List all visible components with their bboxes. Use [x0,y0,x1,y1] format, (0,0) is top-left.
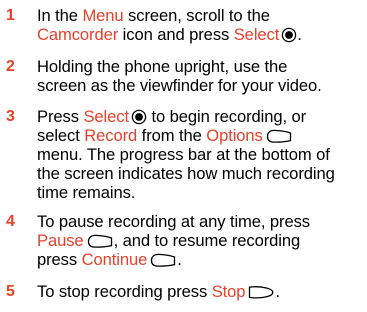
highlighted-term: Camcorder [37,25,119,44]
step-number: 1 [6,7,15,24]
step-text-run: press [37,250,82,269]
right-soft-key-icon [247,284,275,300]
step-1: 1 In the Menu screen, scroll to the Camc… [0,6,365,44]
step-text-run: to begin recording, or [146,107,307,126]
step-text-run: the screen indicates how much recording [37,164,335,183]
step-text-run: time remains. [37,183,136,202]
highlighted-term: Select [233,25,280,44]
step-text-run: screen, scroll to the [123,6,270,25]
step-text: To pause recording at any time, press Pau… [37,212,365,269]
step-number: 2 [6,58,15,75]
step-text-run: . [275,282,280,301]
select-key-icon [131,109,147,125]
highlighted-term: Pause [37,231,84,250]
step-number: 5 [6,283,15,300]
step-text-run: Press [37,107,84,126]
step-text-run: select [37,126,85,145]
step-text-run: Holding the phone upright, use the [37,57,288,76]
step-text-run: from the [137,126,207,145]
step-5: 5 To stop recording press Stop. [0,282,365,301]
highlighted-term: Continue [81,250,148,269]
step-text-run: , and to resume recording [113,231,301,250]
step-text: In the Menu screen, scroll to the Camcor… [37,6,365,44]
step-text: Press Select to begin recording, or selec… [37,107,365,202]
step-number: 4 [6,213,15,230]
step-text: To stop recording press Stop. [37,282,365,301]
highlighted-term: Menu [82,6,124,25]
step-text-run: screen as the viewfinder for your video. [37,76,322,95]
step-2: 2 Holding the phone upright, use the scre… [0,57,365,95]
step-text-run: To stop recording press [37,282,212,301]
left-soft-key-icon [86,233,114,249]
highlighted-term: Record [84,126,138,145]
step-text-run: icon and press [118,25,234,44]
step-text-run: . [297,25,302,44]
step-4: 4 To pause recording at any time, press P… [0,212,365,269]
highlighted-term: Select [83,107,129,126]
left-soft-key-icon [149,252,177,268]
step-text-run: To pause recording at any time, press [37,212,311,231]
select-key-icon [281,27,297,43]
highlighted-term: Stop [211,282,246,301]
step-number: 3 [6,108,15,125]
step-text-run: . [177,250,182,269]
step-text-run: In the [37,6,83,25]
step-text-run: menu. The progress bar at the bottom of [37,145,330,164]
step-text: Holding the phone upright, use the screen… [37,57,365,95]
left-soft-key-icon [265,128,293,144]
instruction-steps: 1 In the Menu screen, scroll to the Camc… [0,0,367,312]
highlighted-term: Options [206,126,263,145]
step-3: 3 Press Select to begin recording, or sel… [0,107,365,202]
